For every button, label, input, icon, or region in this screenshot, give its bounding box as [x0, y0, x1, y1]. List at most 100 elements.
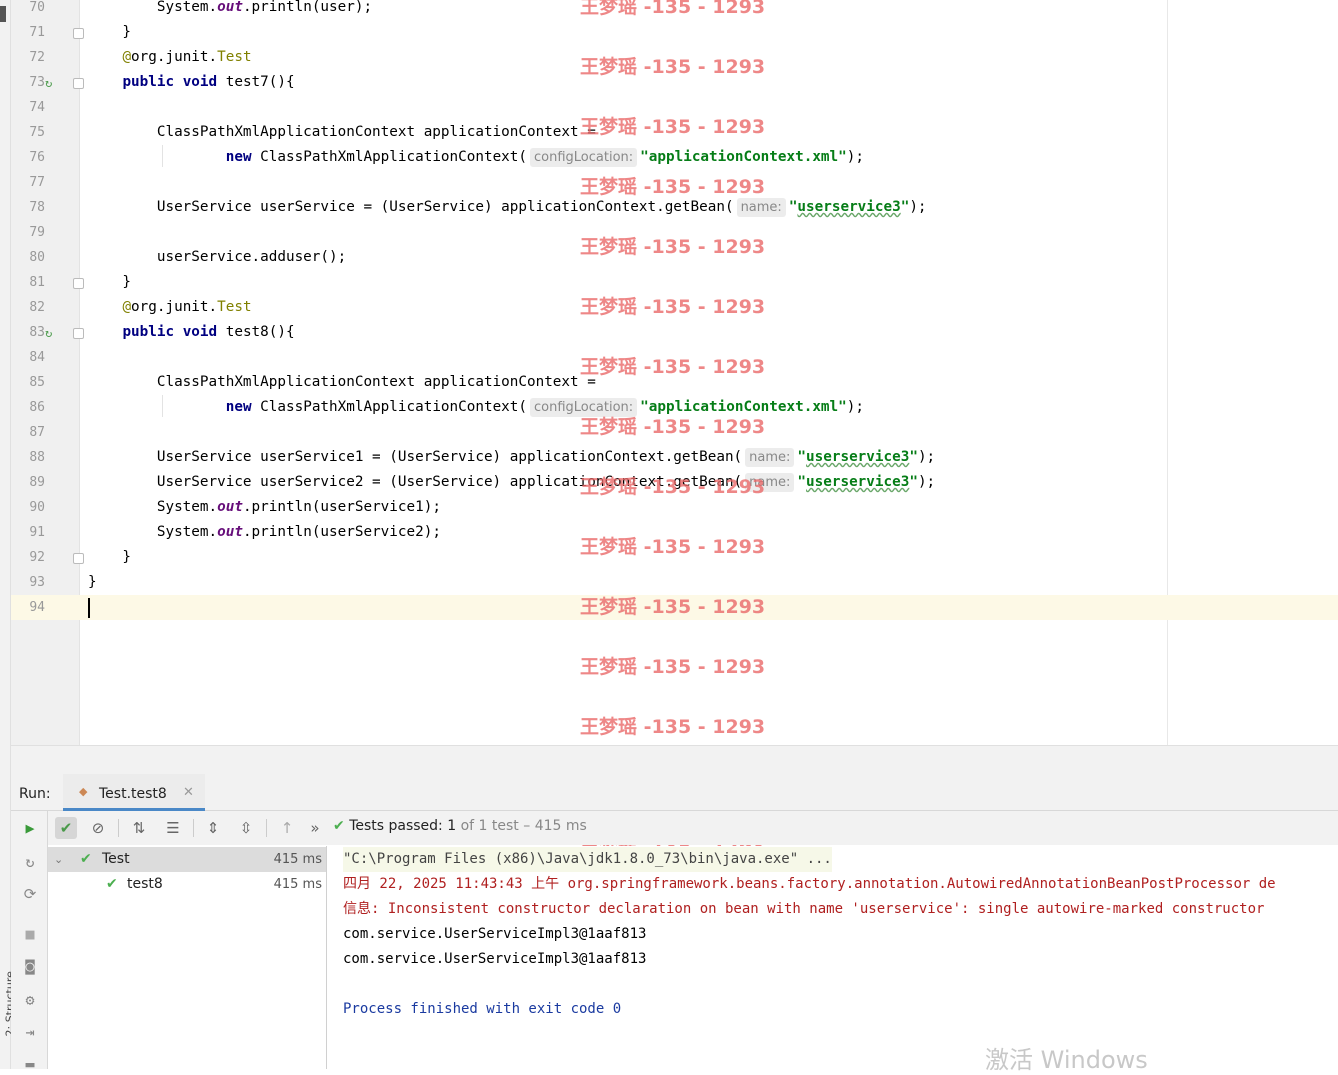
code-text: System.out.println(userService2); — [88, 524, 441, 540]
check-icon: ✔ — [333, 818, 345, 834]
text-caret — [88, 598, 90, 618]
fold-marker-icon[interactable] — [73, 78, 84, 89]
code-line[interactable]: 83 ↻ public void test8(){ — [11, 320, 1338, 345]
indent-guide — [162, 395, 163, 417]
console-line: com.service.UserServiceImpl3@1aaf813 — [343, 951, 647, 967]
check-icon: ✔ — [80, 851, 92, 867]
check-icon: ✔ — [106, 876, 118, 892]
line-number: 94 — [29, 600, 45, 615]
ignored-filter-icon[interactable]: ⊘ — [87, 817, 109, 839]
code-text: } — [88, 549, 132, 565]
run-tab-test8[interactable]: ◆ Test.test8 ✕ — [63, 774, 205, 811]
line-number: 84 — [29, 350, 45, 365]
check-icon[interactable]: ✔ — [55, 817, 77, 839]
test-duration: 415 ms — [273, 877, 322, 892]
code-text: public void test7(){ — [122, 74, 295, 90]
line-number: 76 — [29, 150, 45, 165]
rerun-failed-icon[interactable]: ↻ — [21, 853, 39, 871]
indent-guide — [162, 145, 163, 167]
line-number: 93 — [29, 575, 45, 590]
code-text: } — [88, 274, 132, 290]
test-duration: 415 ms — [273, 852, 322, 867]
console-line: 信息: Inconsistent constructor declaration… — [343, 901, 1265, 917]
test-tree: ⌄ ✔ Test 415 ms ✔ test8 415 ms — [48, 846, 327, 1069]
line-number: 92 — [29, 550, 45, 565]
console-line: com.service.UserServiceImpl3@1aaf813 — [343, 926, 647, 942]
more-icon[interactable]: » — [304, 817, 326, 839]
code-line[interactable]: 76 new ClassPathXmlApplicationContext(co… — [11, 145, 1338, 170]
line-number: 87 — [29, 425, 45, 440]
line-number: 85 — [29, 375, 45, 390]
run-tab-label: Test.test8 — [99, 786, 167, 802]
code-text: System.out.println(userService1); — [88, 499, 441, 515]
run-label: Run: — [19, 786, 51, 802]
status-prefix: Tests passed: — [349, 818, 443, 834]
stop-icon[interactable]: ■ — [21, 925, 39, 943]
line-number: 75 — [29, 125, 45, 140]
test-tree-item[interactable]: ✔ test8 415 ms — [48, 872, 326, 897]
run-side-toolbar: ▶ ↻ ⟳ ■ ◙ ⚙ ⇥ ▬ — [11, 811, 48, 1073]
code-text: @org.junit.Test — [122, 49, 252, 65]
left-tool-strip: 2: Structure — [0, 0, 17, 1069]
code-text: UserService userService1 = (UserService)… — [88, 448, 936, 467]
test-name: test8 — [127, 876, 163, 892]
code-text: public void test8(){ — [122, 324, 295, 340]
test-runner-toolbar: ✔ ⊘ ⇅ ☰ ⇕ ⇳ ↑ » ✔ Tests passed: 1 of 1 t… — [48, 811, 1338, 845]
console-line: Process finished with exit code 0 — [343, 1001, 622, 1017]
line-number: 91 — [29, 525, 45, 540]
console-output[interactable]: "C:\Program Files (x86)\Java\jdk1.8.0_73… — [327, 846, 1338, 1069]
test-config-icon: ◆ — [79, 785, 88, 798]
fold-marker-icon[interactable] — [73, 553, 84, 564]
watermark-text: 王梦瑶 -135 - 1293 — [580, 116, 766, 138]
line-number: 74 — [29, 100, 45, 115]
line-number: 73 — [29, 75, 45, 90]
prev-failed-icon[interactable]: ↑ — [276, 817, 298, 839]
code-line[interactable]: 88 UserService userService1 = (UserServi… — [11, 445, 1338, 470]
toggle-auto-test-icon[interactable]: ⟳ — [21, 885, 39, 903]
fold-marker-icon[interactable] — [73, 28, 84, 39]
import-icon[interactable]: ⇥ — [21, 1023, 39, 1041]
watermark-text: 王梦瑶 -135 - 1293 — [580, 416, 766, 438]
code-line[interactable]: 71 } — [11, 20, 1338, 45]
test-tree-item[interactable]: ⌄ ✔ Test 415 ms — [48, 847, 326, 872]
code-text: System.out.println(user); — [88, 0, 373, 15]
more-icon[interactable]: ▬ — [21, 1055, 39, 1073]
close-icon[interactable]: ✕ — [183, 785, 194, 800]
test-status: ✔ Tests passed: 1 of 1 test – 415 ms — [333, 818, 587, 834]
run-gutter-icon[interactable]: ↻ — [45, 326, 59, 340]
windows-activation-overlay: 激活 Windows — [985, 1046, 1148, 1074]
fold-marker-icon[interactable] — [73, 328, 84, 339]
run-gutter-icon[interactable]: ↻ — [45, 76, 59, 90]
panel-separator[interactable] — [11, 745, 1338, 775]
line-number: 88 — [29, 450, 45, 465]
code-text: } — [88, 24, 132, 40]
watermark-text: 王梦瑶 -135 - 1293 — [580, 236, 766, 258]
settings-icon[interactable]: ⚙ — [21, 991, 39, 1009]
line-number: 90 — [29, 500, 45, 515]
sort-duration-icon[interactable]: ☰ — [162, 817, 184, 839]
line-number: 79 — [29, 225, 45, 240]
line-number: 82 — [29, 300, 45, 315]
chevron-down-icon[interactable]: ⌄ — [54, 847, 63, 872]
line-number: 70 — [29, 0, 45, 15]
expand-all-icon[interactable]: ⇕ — [202, 817, 224, 839]
watermark-text: 王梦瑶 -135 - 1293 — [580, 536, 766, 558]
collapse-all-icon[interactable]: ⇳ — [235, 817, 257, 839]
code-text: @org.junit.Test — [122, 299, 252, 315]
rerun-icon[interactable]: ▶ — [21, 819, 39, 837]
line-number: 77 — [29, 175, 45, 190]
project-tab[interactable] — [0, 6, 6, 22]
line-number: 81 — [29, 275, 45, 290]
run-tool-header: Run: ◆ Test.test8 ✕ — [11, 774, 1338, 811]
line-number: 71 — [29, 25, 45, 40]
test-name: Test — [102, 851, 130, 867]
sort-alpha-icon[interactable]: ⇅ — [128, 817, 150, 839]
line-number: 89 — [29, 475, 45, 490]
watermark-text: 王梦瑶 -135 - 1293 — [580, 596, 766, 618]
console-line: "C:\Program Files (x86)\Java\jdk1.8.0_73… — [343, 847, 832, 872]
fold-marker-icon[interactable] — [73, 278, 84, 289]
code-text: ClassPathXmlApplicationContext applicati… — [88, 374, 596, 390]
code-text: } — [88, 574, 97, 590]
console-line: 四月 22, 2025 11:43:43 上午 org.springframew… — [343, 876, 1276, 892]
camera-icon[interactable]: ◙ — [21, 957, 39, 975]
